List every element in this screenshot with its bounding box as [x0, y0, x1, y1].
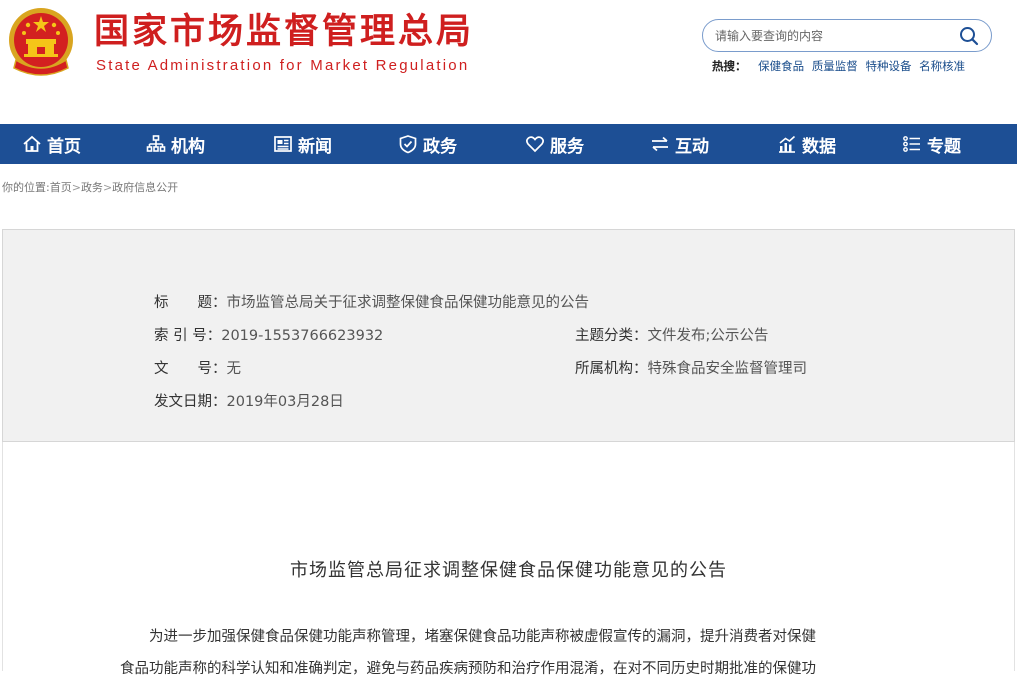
nav-item-government-affairs[interactable]: 政务 — [398, 124, 457, 164]
info-title-label: 标 题： — [154, 295, 227, 311]
shield-icon — [399, 135, 417, 154]
breadcrumb-separator: > — [71, 181, 81, 194]
chart-icon — [779, 135, 796, 153]
info-org-row: 所属机构：特殊食品安全监督管理司 — [575, 357, 807, 378]
info-doc-number-row: 文 号：无 — [154, 357, 241, 378]
hot-link-name-approval[interactable]: 名称核准 — [919, 59, 965, 73]
nav-item-label: 新闻 — [298, 136, 332, 157]
main-nav: 首页 机构 新闻 政务 服务 互动 数据 专题 — [0, 124, 1017, 164]
article-paragraph-line: 食品功能声称的科学认知和准确判定，避免与药品疾病预防和治疗作用混淆，在对不同历史… — [120, 661, 816, 677]
hot-searches: 热搜： 保健食品 质量监督 特种设备 名称核准 — [712, 58, 969, 74]
breadcrumb: 你的位置:首页>政务>政府信息公开 — [2, 179, 178, 195]
nav-item-organization[interactable]: 机构 — [146, 124, 205, 164]
nav-item-interaction[interactable]: 互动 — [650, 124, 709, 164]
info-doc-number-label: 文 号： — [154, 361, 227, 377]
hot-link-quality-supervision[interactable]: 质量监督 — [812, 59, 858, 73]
breadcrumb-home[interactable]: 首页 — [50, 181, 72, 194]
heart-icon — [526, 136, 544, 153]
breadcrumb-info-disclosure[interactable]: 政府信息公开 — [112, 181, 178, 194]
info-org-label: 所属机构： — [575, 361, 648, 377]
breadcrumb-separator: > — [102, 181, 113, 194]
info-index-label: 索 引 号： — [154, 328, 222, 344]
nav-item-label: 服务 — [550, 136, 584, 157]
nav-item-label: 数据 — [802, 136, 836, 157]
search-input[interactable] — [713, 25, 957, 47]
search-box — [702, 19, 992, 52]
hot-link-health-food[interactable]: 保健食品 — [758, 59, 804, 73]
info-title-value: 市场监管总局关于征求调整保健食品保健功能意见的公告 — [226, 295, 590, 311]
nav-item-news[interactable]: 新闻 — [273, 124, 332, 164]
site-header: 国家市场监督管理总局 State Administration for Mark… — [0, 0, 1017, 122]
info-org-value: 特殊食品安全监督管理司 — [647, 361, 808, 377]
info-doc-number-value: 无 — [226, 361, 242, 377]
info-topic-value: 文件发布;公示公告 — [647, 328, 769, 344]
info-date-label: 发文日期： — [154, 394, 227, 410]
info-index-value: 2019-1553766623932 — [221, 328, 384, 344]
nav-item-label: 机构 — [171, 136, 205, 157]
article-paragraph-line: 为进一步加强保健食品保健功能声称管理，堵塞保健食品功能声称被虚假宣传的漏洞，提升… — [149, 629, 816, 645]
nav-item-label: 互动 — [675, 136, 709, 157]
nav-item-home[interactable]: 首页 — [22, 124, 81, 164]
national-emblem-icon[interactable] — [6, 6, 76, 78]
info-topic-row: 主题分类：文件发布;公示公告 — [575, 324, 768, 345]
nav-item-data[interactable]: 数据 — [777, 124, 836, 164]
info-date-row: 发文日期：2019年03月28日 — [154, 390, 344, 411]
hot-link-special-equipment[interactable]: 特种设备 — [865, 59, 911, 73]
breadcrumb-prefix: 你的位置: — [2, 181, 50, 194]
nav-item-label: 首页 — [47, 136, 81, 157]
org-chart-icon — [146, 135, 166, 152]
list-icon — [903, 136, 920, 152]
info-title-row: 标 题：市场监管总局关于征求调整保健食品保健功能意见的公告 — [154, 291, 589, 312]
info-topic-label: 主题分类： — [575, 328, 648, 344]
nav-item-label: 政务 — [423, 136, 457, 157]
search-icon[interactable] — [959, 26, 979, 46]
breadcrumb-government-affairs[interactable]: 政务 — [81, 181, 103, 194]
info-date-value: 2019年03月28日 — [226, 394, 344, 410]
info-index-row: 索 引 号：2019-1553766623932 — [154, 324, 383, 345]
hot-searches-label: 热搜： — [712, 59, 747, 73]
site-title-en: State Administration for Market Regulati… — [96, 57, 470, 74]
site-title-cn[interactable]: 国家市场监督管理总局 — [94, 10, 474, 54]
nav-item-label: 专题 — [927, 136, 961, 157]
nav-item-topics[interactable]: 专题 — [902, 124, 961, 164]
newspaper-icon — [274, 136, 292, 152]
article-title: 市场监管总局征求调整保健食品保健功能意见的公告 — [290, 560, 727, 581]
exchange-arrows-icon — [652, 136, 668, 152]
home-icon — [23, 135, 41, 152]
nav-item-services[interactable]: 服务 — [525, 124, 584, 164]
